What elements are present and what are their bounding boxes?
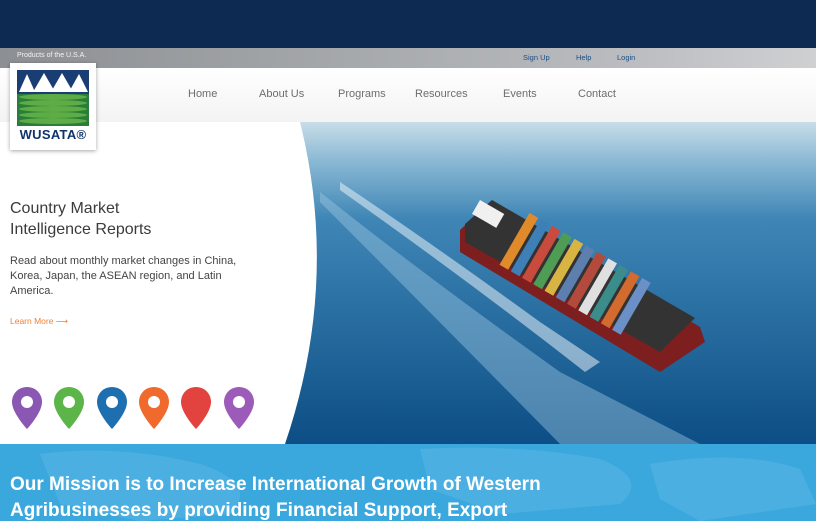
main-nav: Home About Us Programs Resources Events … [0,68,816,123]
hero-banner: Country Market Intelligence Reports Read… [0,122,816,444]
map-pin-icon [181,387,211,429]
nav-about-us[interactable]: About Us [259,88,304,100]
map-pin-icon [97,387,127,429]
sign-up-link[interactable]: Sign Up [523,53,550,62]
nav-events[interactable]: Events [503,88,537,100]
hero-headline: Country Market Intelligence Reports [10,198,270,240]
map-pin-icon [224,387,254,429]
headline-line-1: Country Market [10,200,120,217]
nav-programs[interactable]: Programs [338,88,386,100]
headline-line-2: Intelligence Reports [10,221,152,238]
login-link[interactable]: Login [617,53,635,62]
hero-description: Read about monthly market changes in Chi… [10,255,237,297]
mission-banner: Our Mission is to Increase International… [0,444,816,521]
map-pin-icon [54,387,84,429]
top-banner [0,0,816,48]
mission-line-2: Agribusinesses by providing Financial Su… [10,500,508,521]
map-pin-icon [12,387,42,429]
wusata-logo[interactable]: WUSATA® [10,63,96,150]
nav-resources[interactable]: Resources [415,88,468,100]
nav-contact[interactable]: Contact [578,88,616,100]
mission-statement: Our Mission is to Increase International… [10,472,630,521]
mission-line-1: Our Mission is to Increase International… [10,474,541,495]
tagline: Products of the U.S.A. [17,52,87,59]
logo-mark-icon [17,70,89,126]
logo-text: WUSATA® [19,127,87,142]
utility-bar: Products of the U.S.A. Sign Up Help Logi… [0,48,816,68]
nav-home[interactable]: Home [188,88,217,100]
help-link[interactable]: Help [576,53,591,62]
learn-more-link[interactable]: Learn More ⟶ [10,316,68,327]
map-pin-icon [139,387,169,429]
